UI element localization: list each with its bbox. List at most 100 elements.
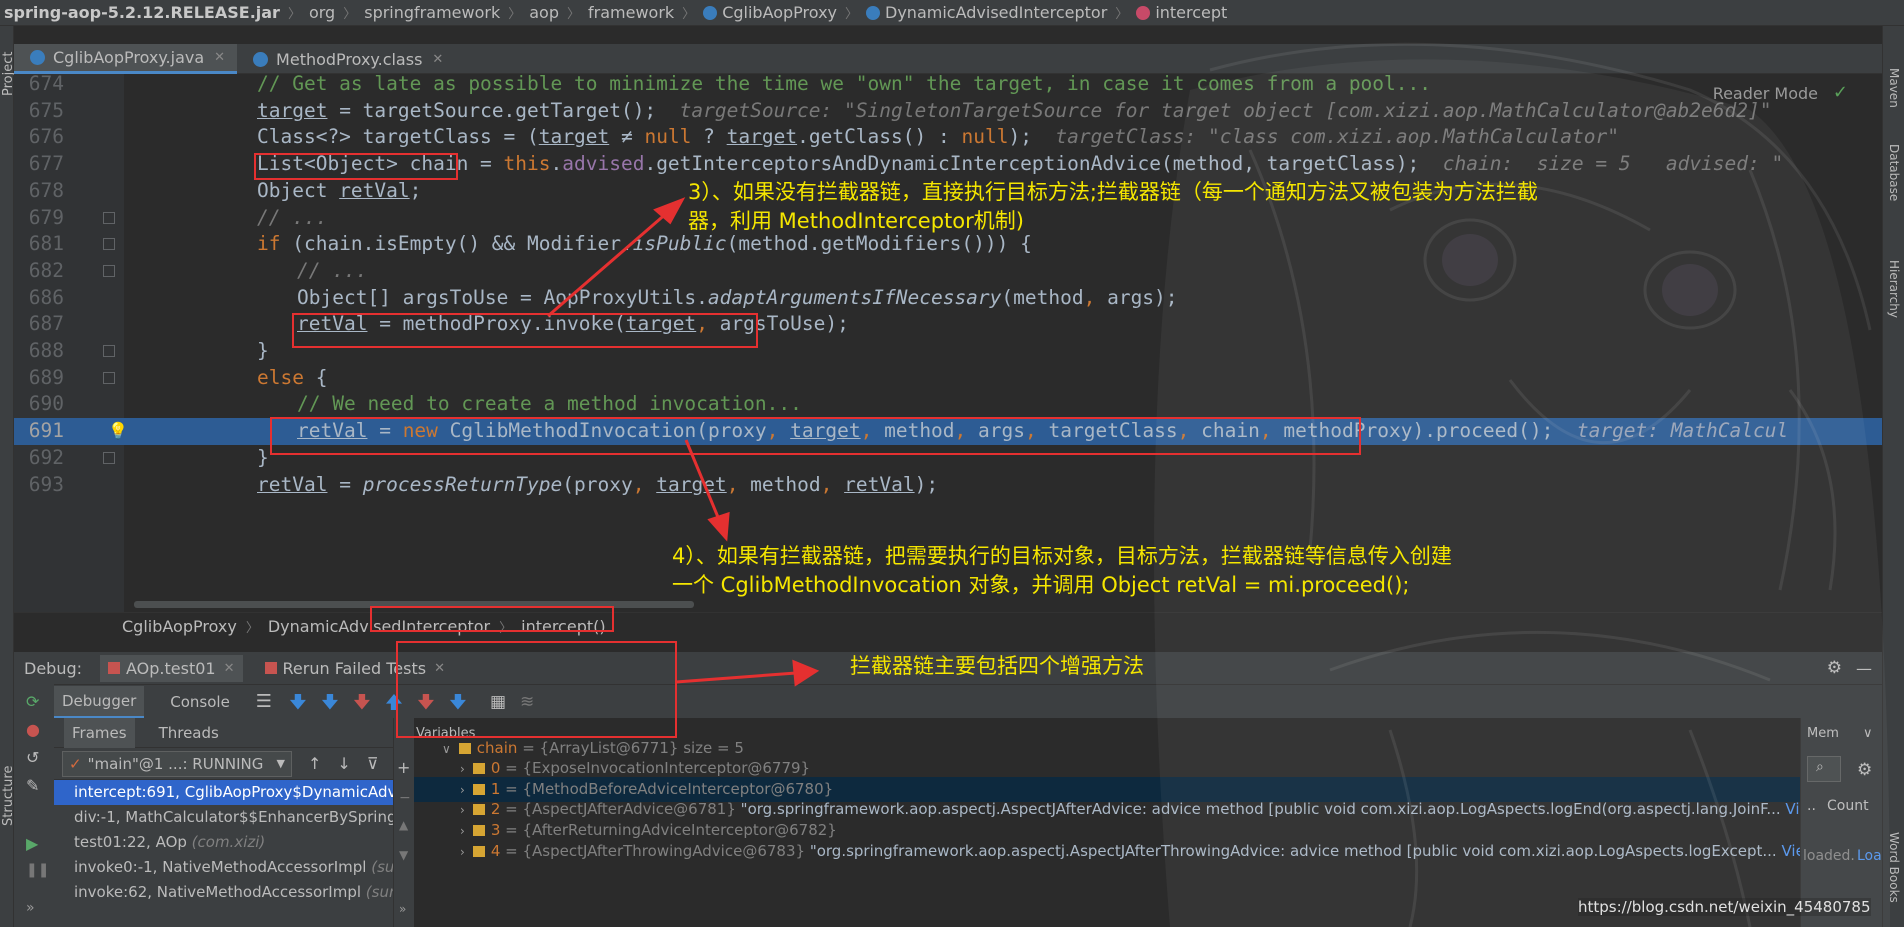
- chain-item-row[interactable]: › 4 = {AspectJAfterThrowingAdvice@6783} "…: [394, 839, 1800, 864]
- nav-class[interactable]: CglibAopProxy: [122, 617, 237, 636]
- code-line[interactable]: 682 // ...: [14, 258, 1882, 285]
- force-step-into-icon[interactable]: [353, 693, 370, 710]
- tab-methodproxy[interactable]: MethodProxy.class ✕: [237, 44, 455, 74]
- view-link[interactable]: View: [1781, 800, 1800, 818]
- frame-package: (sun: [371, 858, 393, 876]
- restore-icon[interactable]: ↺: [26, 748, 42, 767]
- gear-icon[interactable]: ⚙: [1857, 760, 1872, 780]
- right-tool-strip: Maven Database Hierarchy Word Books: [1882, 26, 1904, 927]
- debug-session-tab[interactable]: AOp.test01 ✕: [100, 654, 243, 682]
- code-text: // ...: [257, 205, 328, 229]
- fold-marker-icon[interactable]: [103, 264, 115, 277]
- arrow-up-icon[interactable]: ↑: [308, 754, 321, 773]
- code-line[interactable]: 689 else {: [14, 365, 1882, 392]
- chevron-down-icon[interactable]: ∨: [442, 742, 451, 756]
- stack-frame[interactable]: intercept:691, CglibAopProxy$DynamicAdvi…: [54, 780, 393, 805]
- fold-marker-icon[interactable]: [103, 371, 115, 384]
- more-icon[interactable]: »: [26, 900, 42, 916]
- debugger-tab[interactable]: Debugger: [54, 685, 145, 718]
- chevron-right-icon[interactable]: ›: [460, 783, 465, 797]
- line-number[interactable]: 691: [14, 418, 64, 445]
- frames-tab[interactable]: Frames: [64, 718, 135, 748]
- minimize-icon[interactable]: —: [1856, 659, 1872, 678]
- chevron-right-icon[interactable]: ›: [460, 762, 465, 776]
- test-run-icon: [108, 662, 121, 674]
- check-icon: ✓: [1832, 82, 1848, 103]
- breadcrumb-method[interactable]: intercept: [1155, 3, 1227, 22]
- code-line[interactable]: 690 // We need to create a method invocat…: [14, 391, 1882, 418]
- step-into-icon[interactable]: [321, 693, 338, 710]
- menu-icon[interactable]: ☰: [256, 691, 272, 712]
- threads-tab[interactable]: Threads: [159, 724, 219, 742]
- fold-marker-icon[interactable]: [103, 345, 115, 357]
- stack-frame[interactable]: invoke0:-1, NativeMethodAccessorImpl (su…: [54, 855, 393, 880]
- breadcrumb-aop[interactable]: aop: [529, 3, 559, 22]
- line-number[interactable]: 689: [14, 365, 64, 392]
- memory-title[interactable]: Mem: [1807, 726, 1839, 741]
- stack-frame[interactable]: invoke:62, NativeMethodAccessorImpl (sun: [54, 880, 393, 905]
- breadcrumb-framework[interactable]: framework: [588, 3, 674, 22]
- fold-marker-icon[interactable]: [103, 451, 115, 464]
- breadcrumb-springframework[interactable]: springframework: [364, 3, 500, 22]
- rerun-icon[interactable]: ⟳: [26, 692, 42, 711]
- maven-tool-button[interactable]: Maven: [1887, 68, 1901, 108]
- wrench-icon[interactable]: ✎: [26, 776, 42, 795]
- fold-marker-icon[interactable]: [103, 238, 115, 251]
- line-number[interactable]: 688: [14, 338, 64, 365]
- line-number[interactable]: 675: [14, 98, 64, 125]
- line-number[interactable]: 686: [14, 285, 64, 312]
- line-number[interactable]: 693: [14, 472, 64, 499]
- code-line[interactable]: 686 Object[] argsToUse = AopProxyUtils.ad…: [14, 285, 1882, 312]
- line-number[interactable]: 687: [14, 311, 64, 338]
- line-number[interactable]: 690: [14, 391, 64, 418]
- memory-count-header[interactable]: Count: [1827, 798, 1869, 814]
- lightbulb-icon[interactable]: 💡: [108, 418, 128, 445]
- line-number[interactable]: 679: [14, 205, 64, 232]
- breadcrumb-class[interactable]: CglibAopProxy: [722, 3, 837, 22]
- code-line[interactable]: 675 target = targetSource.getTarget(); ta…: [14, 98, 1882, 125]
- code-line[interactable]: 674 // Get as late as possible to minimiz…: [14, 74, 1882, 98]
- line-number[interactable]: 674: [14, 74, 64, 98]
- line-number[interactable]: 678: [14, 178, 64, 205]
- hierarchy-tool-button[interactable]: Hierarchy: [1887, 260, 1901, 318]
- debugger-toolbar: Debugger Console ☰ ▦ ≋: [14, 684, 1882, 718]
- resume-icon[interactable]: ▶: [26, 834, 42, 853]
- tab-cglibaopproxy[interactable]: CglibAopProxy.java ✕: [14, 44, 238, 74]
- close-icon[interactable]: ✕: [432, 52, 443, 67]
- breadcrumb-org[interactable]: org: [309, 3, 335, 22]
- database-tool-button[interactable]: Database: [1887, 144, 1901, 201]
- breadcrumb-jar[interactable]: spring-aop-5.2.12.RELEASE.jar: [4, 3, 280, 22]
- chevron-right-icon[interactable]: ›: [460, 803, 465, 817]
- memory-search-input[interactable]: ⌕: [1807, 756, 1841, 782]
- line-number[interactable]: 676: [14, 124, 64, 151]
- more-icon[interactable]: »: [399, 902, 406, 916]
- chevron-right-icon[interactable]: ›: [460, 824, 465, 838]
- arrow-down-icon[interactable]: ↓: [337, 754, 350, 773]
- code-line[interactable]: 693 retVal = processReturnType(proxy, tar…: [14, 472, 1882, 499]
- line-number[interactable]: 692: [14, 445, 64, 472]
- stack-frame[interactable]: div:-1, MathCalculator$$EnhancerBySpring…: [54, 805, 393, 830]
- close-icon[interactable]: ✕: [214, 50, 225, 65]
- code-line[interactable]: 676 Class<?> targetClass = (target ≠ null…: [14, 124, 1882, 151]
- breakpoints-icon[interactable]: ●: [26, 720, 42, 739]
- line-number[interactable]: 677: [14, 151, 64, 178]
- word-books-tool-button[interactable]: Word Books: [1887, 832, 1901, 903]
- fold-marker-icon[interactable]: [103, 211, 115, 224]
- frame-text: invoke0:-1, NativeMethodAccessorImpl: [74, 858, 372, 876]
- step-over-icon[interactable]: [289, 693, 306, 710]
- memory-load-link[interactable]: Loa: [1857, 848, 1882, 864]
- breadcrumb-inner-class[interactable]: DynamicAdvisedInterceptor: [885, 3, 1107, 22]
- chevron-down-icon[interactable]: ∨: [1863, 726, 1873, 741]
- pause-icon[interactable]: ❚❚: [26, 862, 49, 878]
- stack-frame[interactable]: test01:22, AOp (com.xizi): [54, 830, 393, 855]
- chevron-right-icon[interactable]: ›: [460, 845, 465, 859]
- line-number[interactable]: 682: [14, 258, 64, 285]
- filter-icon[interactable]: ⊽: [367, 754, 379, 773]
- gear-icon[interactable]: ⚙: [1827, 658, 1842, 678]
- view-link[interactable]: View: [1777, 842, 1800, 860]
- reader-mode-button[interactable]: Reader Mode: [1713, 84, 1818, 103]
- thread-dropdown[interactable]: ✓ "main"@1 ...: RUNNING ▼: [62, 750, 292, 777]
- console-tab[interactable]: Console: [162, 687, 238, 717]
- close-icon[interactable]: ✕: [224, 661, 235, 676]
- line-number[interactable]: 681: [14, 231, 64, 258]
